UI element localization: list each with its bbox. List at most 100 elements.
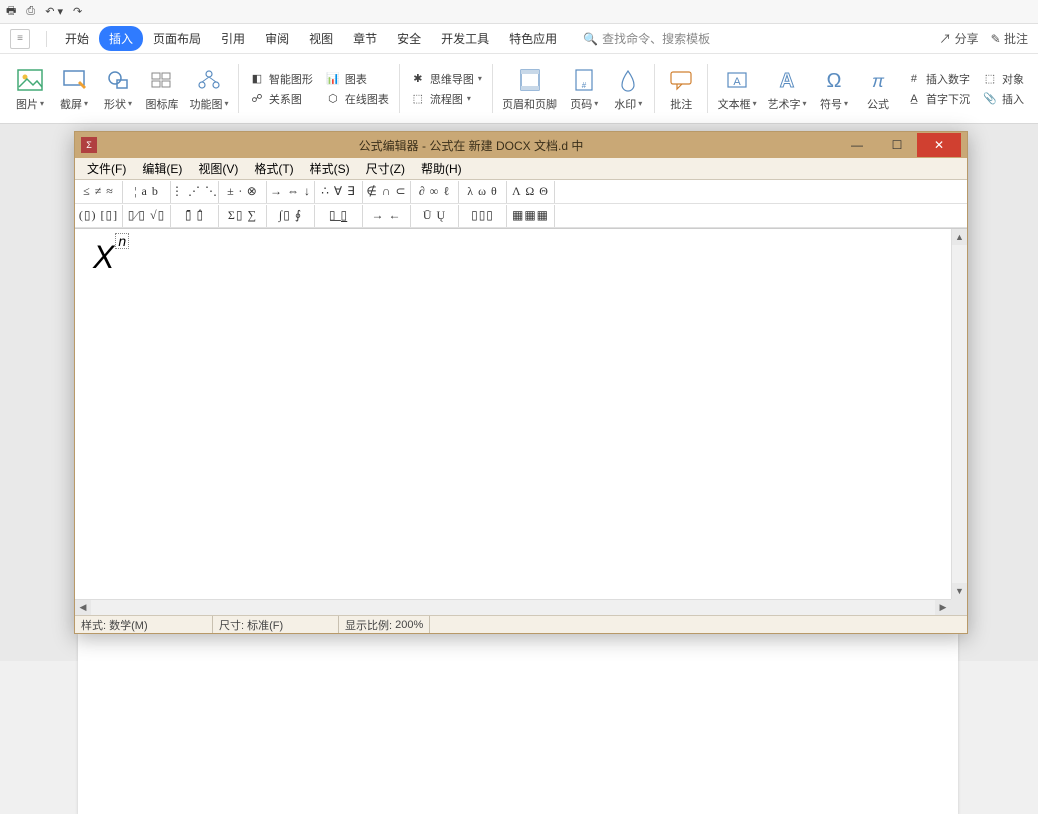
symbol-icon: Ω <box>820 66 848 94</box>
ribbon-online-chart[interactable]: ⬡在线图表 <box>325 91 389 107</box>
ribbon-relation[interactable]: ☍关系图 <box>249 91 313 107</box>
eq-palette-misc[interactable]: ∂ ∞ ℓ <box>411 181 459 203</box>
maximize-button[interactable]: ☐ <box>877 133 917 157</box>
equation-variable: X <box>93 239 114 276</box>
eq-palette-ellipsis[interactable]: ⋮ ⋰ ⋱ <box>171 181 219 203</box>
ribbon-flowchart[interactable]: ⬚流程图▾ <box>410 91 482 107</box>
ribbon-object[interactable]: ⬚对象 <box>982 71 1024 87</box>
eq-template-sum[interactable]: Σ▯ ∑ <box>219 205 267 227</box>
equation-editor-window: Σ 公式编辑器 - 公式在 新建 DOCX 文档.d 中 — ☐ ✕ 文件(F)… <box>74 131 968 634</box>
eq-template-fraction[interactable]: ▯⁄▯ √▯ <box>123 205 171 227</box>
eq-palette-logic[interactable]: ∴ ∀ ∃ <box>315 181 363 203</box>
share-button[interactable]: ↗ 分享 <box>939 30 978 47</box>
eq-palette-relations[interactable]: ≤ ≠ ≈ <box>75 181 123 203</box>
menu-style[interactable]: 样式(S) <box>302 158 358 179</box>
scroll-down-icon[interactable]: ▼ <box>952 583 967 599</box>
eq-template-matrix[interactable]: ▯▯▯ <box>459 205 507 227</box>
eq-template-arrow[interactable]: → ← <box>363 205 411 227</box>
ribbon-chart[interactable]: 📊图表 <box>325 71 389 87</box>
command-search[interactable]: 🔍 查找命令、搜索模板 <box>583 30 710 47</box>
status-style[interactable]: 样式: 数学(M) <box>75 616 213 633</box>
ribbon-watermark[interactable]: 水印▾ <box>606 58 650 119</box>
svg-text:Ω: Ω <box>827 70 842 92</box>
ribbon-insert-number[interactable]: #插入数字 <box>906 71 970 87</box>
undo-icon[interactable]: ↶ ▾ <box>45 5 63 18</box>
ribbon-wordart[interactable]: A 艺术字▾ <box>762 58 812 119</box>
ribbon-page-number[interactable]: # 页码▾ <box>562 58 606 119</box>
tab-references[interactable]: 引用 <box>211 26 255 51</box>
horizontal-scrollbar[interactable]: ◀ ▶ <box>75 599 951 615</box>
tab-start[interactable]: 开始 <box>55 26 99 51</box>
ribbon-textbox[interactable]: A 文本框▾ <box>712 58 762 119</box>
ribbon-shapes[interactable]: 形状▾ <box>96 58 140 119</box>
eq-template-fence[interactable]: (▯) [▯] <box>75 205 123 227</box>
search-icon: 🔍 <box>583 32 598 46</box>
eq-palette-greek-lower[interactable]: λ ω θ <box>459 181 507 203</box>
equation-toolbar: ≤ ≠ ≈ ¦ a b ⋮ ⋰ ⋱ ± ∙ ⊗ → ⇔ ↓ ∴ ∀ ∃ ∉ ∩ … <box>75 180 967 229</box>
menu-view[interactable]: 视图(V) <box>190 158 246 179</box>
close-button[interactable]: ✕ <box>917 133 961 157</box>
ribbon-equation[interactable]: π 公式 <box>856 58 900 119</box>
eq-palette-arrows[interactable]: → ⇔ ↓ <box>267 181 315 203</box>
tab-page-layout[interactable]: 页面布局 <box>143 26 211 51</box>
online-chart-icon: ⬡ <box>325 91 341 107</box>
svg-text:π: π <box>872 71 885 91</box>
tab-sections[interactable]: 章节 <box>343 26 387 51</box>
eq-template-overbar[interactable]: ▯̄ ▯̂ <box>171 205 219 227</box>
ribbon-attachment[interactable]: 📎插入 <box>982 91 1024 107</box>
annotate-button[interactable]: ✎ 批注 <box>991 30 1028 47</box>
equation-app-icon: Σ <box>81 137 97 153</box>
scroll-right-icon[interactable]: ▶ <box>935 600 951 615</box>
equation-content[interactable]: Xn <box>93 239 129 276</box>
eq-palette-spaces[interactable]: ¦ a b <box>123 181 171 203</box>
scroll-left-icon[interactable]: ◀ <box>75 600 91 615</box>
eq-template-integral[interactable]: ∫▯ ∮ <box>267 205 315 227</box>
ribbon-drop-cap[interactable]: A̲首字下沉 <box>906 91 970 107</box>
menu-edit[interactable]: 编辑(E) <box>134 158 190 179</box>
eq-template-underbar[interactable]: ▯͟ ▯̲ <box>315 205 363 227</box>
modal-titlebar[interactable]: Σ 公式编辑器 - 公式在 新建 DOCX 文档.d 中 — ☐ ✕ <box>75 132 967 158</box>
print-icon[interactable]: 🖶 <box>6 2 16 21</box>
tab-security[interactable]: 安全 <box>387 26 431 51</box>
vertical-scrollbar[interactable]: ▲ ▼ <box>951 229 967 599</box>
scroll-up-icon[interactable]: ▲ <box>952 229 967 245</box>
ribbon-mindmap[interactable]: ✱思维导图▾ <box>410 71 482 87</box>
equation-canvas[interactable]: Xn ▲ ▼ ◀ ▶ <box>75 229 967 615</box>
menu-help[interactable]: 帮助(H) <box>413 158 470 179</box>
smartart-icon <box>195 66 223 94</box>
menu-file[interactable]: 文件(F) <box>79 158 134 179</box>
tab-view[interactable]: 视图 <box>299 26 343 51</box>
search-placeholder: 查找命令、搜索模板 <box>602 30 710 47</box>
ribbon-smartart[interactable]: 功能图▾ <box>184 58 234 119</box>
equation-superscript-slot[interactable]: n <box>115 233 129 249</box>
watermark-icon <box>614 66 642 94</box>
menu-size[interactable]: 尺寸(Z) <box>358 158 413 179</box>
tab-developer[interactable]: 开发工具 <box>431 26 499 51</box>
ribbon-screenshot[interactable]: 截屏▾ <box>52 58 96 119</box>
status-zoom[interactable]: 显示比例: 200% <box>339 616 430 633</box>
tab-insert[interactable]: 插入 <box>99 26 143 51</box>
wordart-icon: A <box>773 66 801 94</box>
menu-format[interactable]: 格式(T) <box>246 158 301 179</box>
ribbon-picture[interactable]: 图片▾ <box>8 58 52 119</box>
picture-icon <box>16 66 44 94</box>
svg-text:#: # <box>582 81 587 90</box>
document-page[interactable] <box>78 634 958 814</box>
page-number-icon: # <box>570 66 598 94</box>
eq-palette-greek-upper[interactable]: Λ Ω Θ <box>507 181 555 203</box>
tab-review[interactable]: 审阅 <box>255 26 299 51</box>
ribbon-iconlib[interactable]: 图标库 <box>140 58 184 119</box>
ribbon-comment[interactable]: 批注 <box>659 58 703 119</box>
eq-template-accent[interactable]: Ū Ų <box>411 205 459 227</box>
ribbon-symbol[interactable]: Ω 符号▾ <box>812 58 856 119</box>
eq-palette-set[interactable]: ∉ ∩ ⊂ <box>363 181 411 203</box>
tab-special[interactable]: 特色应用 <box>499 26 567 51</box>
preview-icon[interactable]: ⎙ <box>26 5 35 18</box>
ribbon-smart-graphic[interactable]: ◧智能图形 <box>249 71 313 87</box>
ribbon-header-footer[interactable]: 页眉和页脚 <box>497 58 562 119</box>
redo-icon[interactable]: ↷ <box>73 5 82 18</box>
status-size[interactable]: 尺寸: 标准(F) <box>213 616 339 633</box>
minimize-button[interactable]: — <box>837 133 877 157</box>
eq-template-grid[interactable]: ▦▦▦ <box>507 205 555 227</box>
eq-palette-operators[interactable]: ± ∙ ⊗ <box>219 181 267 203</box>
